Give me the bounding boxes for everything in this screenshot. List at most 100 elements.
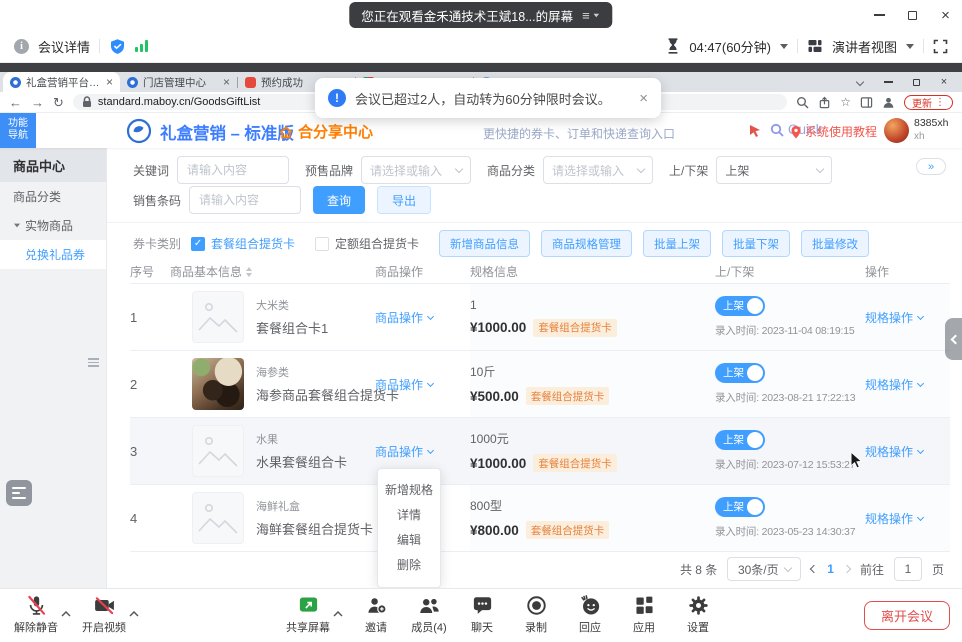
keyword-label: 关键词 (133, 162, 169, 179)
menu-item-details[interactable]: 详情 (378, 503, 440, 528)
bookmark-star-icon[interactable]: ☆ (840, 95, 851, 109)
sidebar-item-gift-voucher[interactable]: 兑换礼品券 (0, 240, 106, 269)
view-mode-selector[interactable]: 演讲者视图 (832, 37, 897, 56)
browser-update-button[interactable]: 更新⋮ (904, 95, 953, 110)
browser-tab-store-admin[interactable]: 门店管理中心 × (120, 72, 237, 92)
dock-settings-button[interactable]: 设置 (670, 594, 726, 635)
sidebar-section-product-center[interactable]: 商品中心 (0, 148, 106, 182)
dock-chat-button[interactable]: 聊天 (454, 594, 510, 635)
dock-share-screen-button[interactable]: 共享屏幕 (280, 594, 336, 635)
product-action-link-open[interactable]: 商品操作 (375, 443, 470, 460)
goto-page-input[interactable] (894, 557, 922, 581)
dock-unmute-button[interactable]: 解除静音 (8, 594, 64, 635)
browser-close-button[interactable]: × (930, 76, 958, 88)
batch-edit-button[interactable]: 批量修改 (801, 230, 869, 257)
video-options-chevron[interactable] (129, 604, 139, 622)
category-select[interactable]: 请选择或输入 (543, 156, 653, 184)
timer-dropdown-icon[interactable] (780, 44, 788, 49)
shelf-toggle[interactable]: 上架 (715, 363, 765, 383)
spec-action-link[interactable]: 规格操作 (865, 443, 950, 460)
menu-item-delete[interactable]: 删除 (378, 553, 440, 578)
combo-card-checkbox[interactable]: ✓ (191, 237, 205, 251)
shelf-toggle[interactable]: 上架 (715, 430, 765, 450)
shelf-toggle[interactable]: 上架 (715, 296, 765, 316)
site-logo (126, 118, 152, 149)
header-product-info[interactable]: 商品基本信息 (170, 263, 375, 280)
side-panel-icon[interactable] (860, 96, 873, 109)
network-signal-icon[interactable] (135, 40, 148, 52)
share-page-icon[interactable] (818, 96, 831, 109)
product-action-link[interactable]: 商品操作 (375, 376, 470, 393)
spec-action-link[interactable]: 规格操作 (865, 376, 950, 393)
back-icon[interactable]: ← (9, 96, 22, 109)
window-minimize-button[interactable] (863, 0, 896, 30)
brand-select[interactable]: 请选择或输入 (361, 156, 471, 184)
export-button[interactable]: 导出 (377, 186, 431, 214)
function-nav-button[interactable]: 功能导航 (0, 113, 36, 148)
spec-action-link[interactable]: 规格操作 (865, 309, 950, 326)
menu-item-edit[interactable]: 编辑 (378, 528, 440, 553)
browser-tab-gift-admin[interactable]: 礼盒营销平台管理中心 × (3, 72, 120, 92)
meeting-details-button[interactable]: 会议详情 (38, 37, 90, 56)
dock-apps-button[interactable]: 应用 (616, 594, 672, 635)
video-off-icon (93, 594, 116, 617)
meeting-panel-toggle[interactable] (6, 480, 32, 506)
share-center-link[interactable]: 合分享中心 (278, 121, 373, 142)
shelf-toggle[interactable]: 上架 (715, 497, 765, 517)
spec-action-link[interactable]: 规格操作 (865, 510, 950, 527)
add-product-button[interactable]: 新增商品信息 (439, 230, 530, 257)
dock-invite-button[interactable]: 邀请 (348, 594, 404, 635)
tutorial-link[interactable]: 系统使用教程 (790, 123, 877, 140)
next-page-icon[interactable] (843, 565, 851, 573)
combo-card-label[interactable]: 套餐组合提货卡 (211, 235, 295, 252)
prev-page-icon[interactable] (810, 565, 818, 573)
reload-icon[interactable]: ↻ (53, 96, 64, 109)
fullscreen-icon[interactable] (933, 39, 948, 54)
security-shield-icon[interactable] (109, 38, 126, 55)
user-avatar[interactable] (884, 118, 909, 143)
chevron-down-icon (816, 164, 824, 172)
banner-info-icon: ! (328, 89, 346, 107)
search-button[interactable]: 查询 (313, 186, 365, 214)
forward-icon[interactable]: → (31, 96, 44, 109)
spec-manage-button[interactable]: 商品规格管理 (541, 230, 632, 257)
leave-meeting-button[interactable]: 离开会议 (864, 601, 950, 630)
dock-members-button[interactable]: 成员(4) (398, 594, 460, 635)
sidebar-item-physical-goods[interactable]: 实物商品 (0, 211, 106, 240)
tab-search-button[interactable] (846, 79, 874, 85)
share-options-chevron[interactable] (333, 604, 343, 622)
fixed-card-checkbox[interactable] (315, 237, 329, 251)
tab-close-icon[interactable]: × (106, 75, 113, 89)
browser-maximize-button[interactable] (902, 79, 930, 86)
barcode-input[interactable] (189, 186, 301, 214)
row-index: 1 (130, 310, 170, 325)
profile-icon[interactable] (882, 96, 895, 109)
shelf-select[interactable]: 上架 (716, 156, 832, 184)
expand-filters-button[interactable]: » (916, 158, 946, 175)
product-action-link[interactable]: 商品操作 (375, 309, 470, 326)
banner-menu-icon[interactable]: ≡ (582, 8, 601, 23)
window-close-button[interactable]: × (929, 0, 962, 30)
tab-close-icon[interactable]: × (223, 75, 230, 89)
sidebar-collapse-icon[interactable] (88, 358, 99, 367)
batch-off-shelf-button[interactable]: 批量下架 (722, 230, 790, 257)
batch-on-shelf-button[interactable]: 批量上架 (643, 230, 711, 257)
browser-minimize-button[interactable] (874, 81, 902, 83)
sidebar: 商品中心 商品分类 实物商品 兑换礼品券 (0, 148, 107, 588)
dock-react-button[interactable]: 回应 (562, 594, 618, 635)
fixed-card-label[interactable]: 定额组合提货卡 (335, 235, 419, 252)
side-panel-handle[interactable] (945, 318, 962, 360)
menu-item-add-spec[interactable]: 新增规格 (378, 478, 440, 503)
keyword-input[interactable] (177, 156, 289, 184)
sidebar-item-categories[interactable]: 商品分类 (0, 182, 106, 211)
banner-close-icon[interactable]: × (639, 90, 648, 107)
mic-options-chevron[interactable] (61, 604, 71, 622)
page-size-select[interactable]: 30条/页 (727, 557, 801, 581)
current-page[interactable]: 1 (827, 562, 834, 576)
window-maximize-button[interactable] (896, 0, 929, 30)
dock-record-button[interactable]: 录制 (508, 594, 564, 635)
zoom-page-icon[interactable] (796, 96, 809, 109)
view-dropdown-icon[interactable] (906, 44, 914, 49)
dock-start-video-button[interactable]: 开启视频 (76, 594, 132, 635)
sort-icon[interactable] (246, 267, 252, 277)
